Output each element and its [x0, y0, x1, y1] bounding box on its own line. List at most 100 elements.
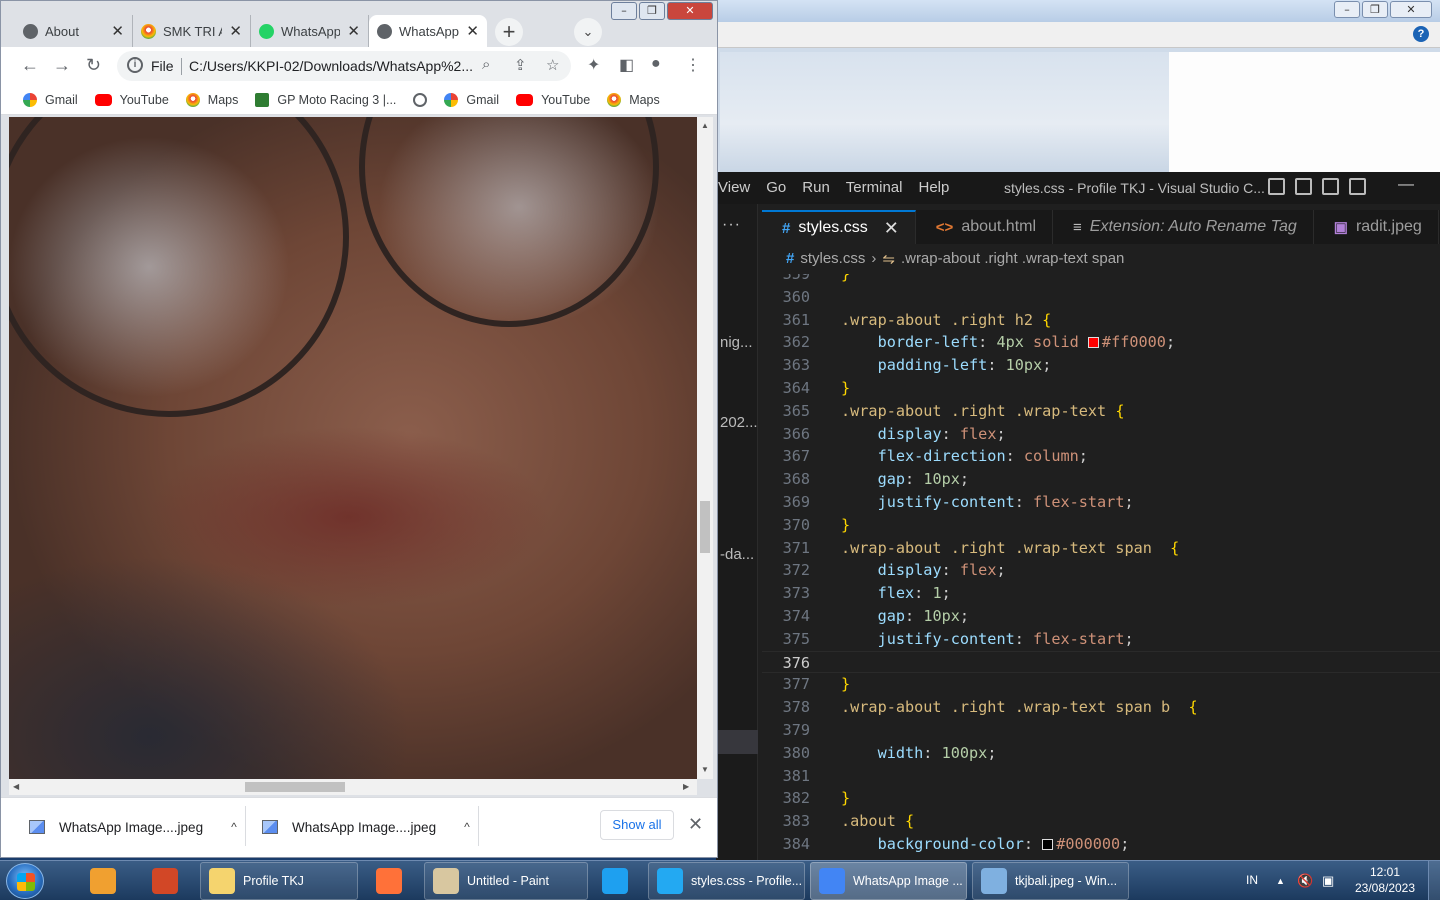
code-line[interactable]: 373 flex: 1; [762, 582, 1440, 605]
code-line[interactable]: 361 .wrap-about .right h2 { [762, 309, 1440, 332]
zoom-icon[interactable]: ⌕ [482, 56, 490, 73]
bookmark-maps[interactable]: Maps [185, 92, 238, 107]
new-tab-button[interactable]: + [495, 18, 523, 46]
close-tab-icon[interactable]: ✕ [111, 22, 124, 40]
code-line[interactable]: 368 gap: 10px; [762, 468, 1440, 491]
explorer-item-fragment[interactable]: nig... [720, 334, 753, 351]
code-line[interactable]: 366 display: flex; [762, 423, 1440, 446]
tab-search-button[interactable]: ⌄ [574, 18, 602, 46]
code-line[interactable]: 372 display: flex; [762, 559, 1440, 582]
show-hidden-icons-icon[interactable]: ▲ [1276, 876, 1285, 886]
breadcrumb-file[interactable]: styles.css [800, 250, 865, 268]
background-minimize-button[interactable]: – [1334, 1, 1360, 18]
download-item[interactable]: WhatsApp Image....jpeg ^ [29, 812, 237, 842]
code-line[interactable]: 370} [762, 514, 1440, 537]
code-line[interactable]: 365 .wrap-about .right .wrap-text { [762, 400, 1440, 423]
close-tab-icon[interactable]: ✕ [884, 218, 899, 239]
browser-tab-whatsapp[interactable]: WhatsApp ✕ [251, 15, 369, 47]
code-line[interactable]: 363 padding-left: 10px; [762, 354, 1440, 377]
code-line[interactable]: 362 border-left: 4px solid #ff0000; [762, 331, 1440, 354]
code-line[interactable]: 381 [762, 765, 1440, 788]
chrome-maximize-button[interactable]: ❐ [639, 2, 665, 20]
explorer-selected-row[interactable] [716, 730, 758, 754]
browser-tab-about[interactable]: About ✕ [15, 15, 133, 47]
taskbar-item-powerpoint[interactable] [144, 862, 188, 900]
tab-styles-css[interactable]: # styles.css ✕ [762, 210, 916, 244]
code-line[interactable]: 367 flex-direction: column; [762, 445, 1440, 468]
close-tab-icon[interactable]: ✕ [466, 22, 479, 40]
start-button[interactable] [6, 863, 44, 899]
close-tab-icon[interactable]: ✕ [229, 22, 242, 40]
url-text[interactable]: C:/Users/KKPI-02/Downloads/WhatsApp%2... [189, 58, 473, 74]
background-close-button[interactable]: ✕ [1390, 1, 1432, 18]
code-line[interactable]: 379 [762, 719, 1440, 742]
chevron-up-icon[interactable]: ^ [231, 820, 237, 834]
toggle-secondary-sidebar-icon[interactable] [1322, 178, 1339, 195]
horizontal-scrollbar[interactable]: ◀ ▶ [9, 779, 697, 795]
color-swatch[interactable] [1042, 839, 1054, 850]
forward-button[interactable]: → [53, 55, 71, 76]
explorer-item-fragment[interactable]: 202... [720, 414, 758, 431]
address-bar[interactable]: i File C:/Users/KKPI-02/Downloads/WhatsA… [117, 51, 571, 81]
code-line[interactable]: 384 background-color: #000000; [762, 833, 1440, 856]
code-line[interactable]: 369 justify-content: flex-start; [762, 491, 1440, 514]
code-editor[interactable]: 359} 360 361 .wrap-about .right h2 {362 bor… [762, 274, 1440, 860]
taskbar-item-internet-explorer[interactable] [594, 862, 638, 900]
code-line[interactable]: 375 justify-content: flex-start; [762, 628, 1440, 651]
show-all-downloads-button[interactable]: Show all [600, 810, 674, 840]
toggle-panel-icon[interactable] [1295, 178, 1312, 195]
scroll-up-arrow[interactable]: ▲ [701, 121, 709, 130]
code-line[interactable]: 380 width: 100px; [762, 742, 1440, 765]
menu-go[interactable]: Go [766, 179, 786, 196]
close-icon[interactable]: ✕ [688, 814, 703, 835]
taskbar-item-vscode[interactable]: styles.css - Profile... [648, 862, 805, 900]
menu-view[interactable]: View [718, 179, 750, 196]
taskbar-item-folder[interactable]: Profile TKJ [200, 862, 358, 900]
taskbar-item-paint[interactable]: Untitled - Paint [424, 862, 588, 900]
code-line[interactable]: 376 [762, 650, 1440, 674]
site-info-icon[interactable]: i [127, 57, 143, 73]
customize-layout-icon[interactable] [1349, 178, 1366, 195]
help-icon[interactable]: ? [1413, 26, 1429, 42]
code-line[interactable]: 383 .about { [762, 810, 1440, 833]
back-button[interactable]: ← [21, 55, 39, 76]
browser-tab-whatsapp-image[interactable]: WhatsApp ✕ [369, 15, 487, 47]
bookmark-gmail[interactable]: Gmail [23, 92, 78, 107]
chevron-up-icon[interactable]: ^ [464, 820, 470, 834]
code-line[interactable]: 371 .wrap-about .right .wrap-text span { [762, 537, 1440, 560]
bookmark-youtube[interactable]: YouTube [94, 93, 169, 107]
vscode-minimize-button[interactable]: — [1398, 176, 1414, 194]
chrome-minimize-button[interactable]: – [611, 2, 637, 20]
code-line[interactable]: 374 gap: 10px; [762, 605, 1440, 628]
show-desktop-button[interactable] [1428, 861, 1440, 900]
download-item[interactable]: WhatsApp Image....jpeg ^ [262, 812, 470, 842]
color-swatch[interactable] [1087, 337, 1099, 349]
code-line[interactable]: 382} [762, 787, 1440, 810]
code-line[interactable]: 364} [762, 377, 1440, 400]
scroll-left-arrow[interactable]: ◀ [13, 782, 19, 791]
explorer-item-fragment[interactable]: -da... [720, 546, 754, 563]
tab-extension-auto-rename-tag[interactable]: ≡ Extension: Auto Rename Tag [1053, 210, 1314, 244]
code-line[interactable]: 377} [762, 673, 1440, 696]
tab-about-html[interactable]: <> about.html [916, 210, 1054, 244]
bookmark-star-icon[interactable]: ☆ [546, 56, 559, 74]
scroll-down-arrow[interactable]: ▼ [701, 765, 709, 774]
share-icon[interactable]: ⇪ [514, 56, 527, 74]
reload-button[interactable]: ↻ [86, 55, 101, 76]
bookmark-gmail[interactable]: Gmail [444, 92, 499, 107]
code-line[interactable]: 378 .wrap-about .right .wrap-text span b … [762, 696, 1440, 719]
background-maximize-button[interactable]: ❐ [1362, 1, 1388, 18]
taskbar-clock[interactable]: 12:01 23/08/2023 [1352, 864, 1418, 896]
horizontal-scroll-thumb[interactable] [245, 782, 345, 792]
code-line[interactable]: 360 [762, 286, 1440, 309]
browser-tab-smk-tri[interactable]: SMK TRI A ✕ [133, 15, 251, 47]
vertical-scroll-thumb[interactable] [700, 501, 710, 553]
bookmark-gp-moto-racing[interactable]: GP Moto Racing 3 |... [255, 92, 396, 107]
toggle-primary-sidebar-icon[interactable] [1268, 178, 1285, 195]
taskbar-item-media-player[interactable] [82, 862, 122, 900]
menu-run[interactable]: Run [802, 179, 830, 196]
bookmark-maps[interactable]: Maps [607, 92, 660, 107]
tab-radit-jpeg[interactable]: ▣ radit.jpeg [1314, 210, 1439, 244]
language-indicator[interactable]: IN [1246, 873, 1258, 887]
bookmark-history[interactable] [413, 92, 428, 107]
